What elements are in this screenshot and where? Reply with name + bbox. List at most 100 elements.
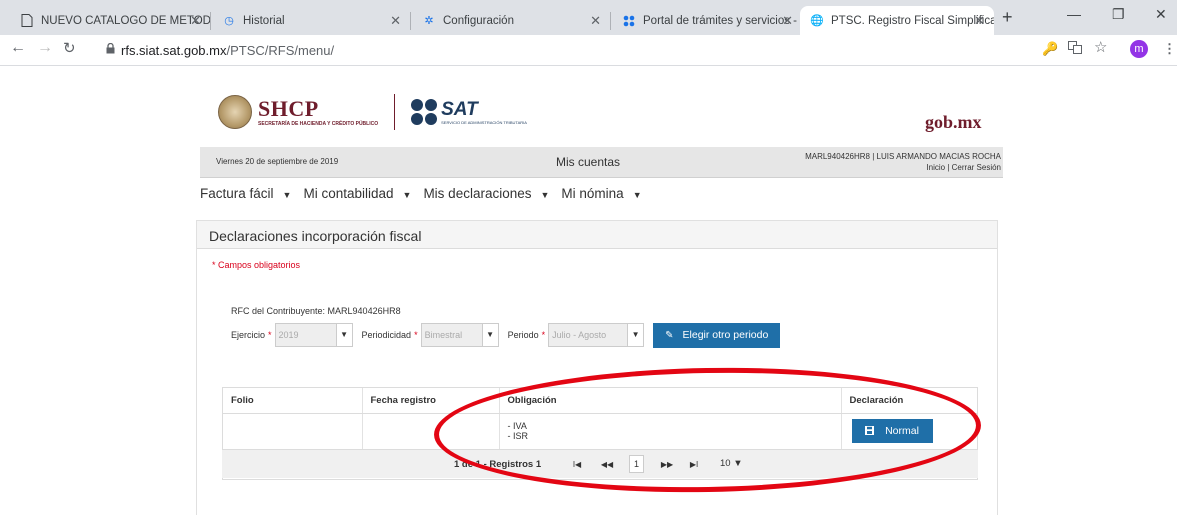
- restore-icon[interactable]: ❐: [1112, 6, 1125, 23]
- elegir-otro-periodo-button[interactable]: ✎ Elegir otro periodo: [653, 322, 781, 348]
- table-header-row: Folio Fecha registro Obligación Declarac…: [223, 388, 977, 414]
- info-bar: Viernes 20 de septiembre de 2019 Mis cue…: [200, 147, 1003, 178]
- back-icon[interactable]: ←: [10, 39, 26, 57]
- button-label: Normal: [885, 425, 919, 438]
- forward-icon[interactable]: →: [37, 39, 53, 57]
- caret-down-icon: ▼: [335, 324, 352, 346]
- required-star: *: [541, 330, 546, 340]
- close-icon[interactable]: ✕: [390, 13, 401, 29]
- browser-tab-catalogo[interactable]: NUEVO CATALOGO DE METOD ✕: [10, 6, 210, 35]
- required-star: *: [268, 330, 272, 340]
- window-close-icon[interactable]: ✕: [1155, 6, 1167, 23]
- caret-down-icon: ▼: [282, 190, 292, 200]
- gobmx-logo[interactable]: gob.mx: [925, 112, 982, 133]
- periodo-value: Julio - Agosto: [552, 330, 607, 340]
- obligacion-isr: - ISR: [507, 431, 529, 442]
- menu-mi-nomina[interactable]: Mi nómina ▼: [561, 186, 641, 206]
- user-identity: MARL940426HR8 | LUIS ARMANDO MACIAS ROCH…: [805, 152, 1001, 161]
- periodicidad-value: Bimestral: [424, 330, 463, 340]
- shcp-title: SHCP: [258, 95, 319, 121]
- periodo-label: Periodo: [507, 330, 539, 340]
- menu-label: Mi nómina: [561, 186, 624, 201]
- sat-mark-icon: [411, 99, 438, 125]
- shcp-logo: SHCP SECRETARÍA DE HACIENDA Y CRÉDITO PÚ…: [258, 95, 379, 127]
- caret-down-icon: ▼: [481, 324, 498, 346]
- normal-declaration-button[interactable]: Normal: [851, 419, 933, 444]
- page-size-select[interactable]: 10 ▼: [720, 458, 743, 469]
- avatar[interactable]: m: [1130, 40, 1148, 58]
- key-icon[interactable]: 🔑: [1042, 41, 1058, 57]
- menu-mis-declaraciones[interactable]: Mis declaraciones ▼: [423, 186, 549, 206]
- browser-tab-ptsc[interactable]: 🌐 PTSC. Registro Fiscal Simplifica ✕: [800, 6, 994, 35]
- cell-declaracion: Normal: [841, 413, 977, 449]
- gear-icon: ✲: [424, 15, 434, 27]
- pager-info: 1 de 1 - Registros 1: [454, 459, 542, 470]
- tab-title: Portal de trámites y servicios -: [643, 14, 798, 27]
- menu-kebab-icon[interactable]: ⋮: [1163, 41, 1176, 57]
- seal-logo: [218, 95, 252, 129]
- minimize-icon[interactable]: —: [1067, 6, 1081, 22]
- required-note: * Campos obligatorios: [212, 260, 301, 270]
- tab-title: Configuración: [443, 14, 514, 27]
- cell-folio: [223, 413, 363, 449]
- tab-divider: [210, 12, 211, 30]
- button-label: Elegir otro periodo: [682, 329, 769, 341]
- obligacion-iva: - IVA: [507, 421, 527, 432]
- periodicidad-select[interactable]: Bimestral ▼: [420, 323, 499, 347]
- current-page[interactable]: 1: [629, 455, 644, 473]
- table-row: - IVA - ISR Normal: [223, 413, 977, 449]
- first-page-icon[interactable]: I◀: [566, 456, 588, 473]
- pencil-icon: ✎: [665, 329, 674, 341]
- grid-icon: [622, 14, 636, 28]
- menu-label: Factura fácil: [200, 186, 274, 201]
- menu-mi-contabilidad[interactable]: Mi contabilidad ▼: [303, 186, 411, 206]
- tab-divider: [410, 12, 411, 30]
- save-icon: [865, 425, 875, 437]
- browser-tab-configuracion[interactable]: ✲ Configuración ✕: [412, 6, 610, 35]
- caret-down-icon: ▼: [632, 190, 642, 200]
- browser-tab-portal[interactable]: Portal de trámites y servicios - ✕: [612, 6, 802, 35]
- translate-icon[interactable]: [1068, 41, 1082, 57]
- ejercicio-select[interactable]: 2019 ▼: [274, 323, 353, 347]
- column-header-declaracion: Declaración: [841, 388, 977, 414]
- reload-icon[interactable]: ↻: [63, 39, 76, 57]
- address-bar[interactable]: rfs.siat.sat.gob.mx /PTSC/RFS/menu/: [106, 39, 1106, 61]
- cell-fecha: [362, 413, 500, 449]
- main-menu: Factura fácil ▼ Mi contabilidad ▼ Mis decl…: [200, 186, 654, 206]
- prev-page-icon[interactable]: ◀◀: [596, 456, 618, 473]
- menu-factura-facil[interactable]: Factura fácil ▼: [200, 186, 291, 206]
- sat-title: SAT: [441, 98, 478, 120]
- next-page-icon[interactable]: ▶▶: [656, 456, 678, 473]
- shcp-subtitle: SECRETARÍA DE HACIENDA Y CRÉDITO PÚBLICO: [258, 120, 379, 127]
- periodo-select[interactable]: Julio - Agosto ▼: [548, 323, 645, 347]
- column-header-obligacion: Obligación: [499, 388, 842, 414]
- column-header-fecha: Fecha registro: [362, 388, 500, 414]
- logo-header: SHCP SECRETARÍA DE HACIENDA Y CRÉDITO PÚ…: [218, 92, 527, 132]
- close-icon[interactable]: ✕: [782, 13, 793, 29]
- url-path: /PTSC/RFS/menu/: [226, 42, 335, 58]
- browser-toolbar: ← → ↻ rfs.siat.sat.gob.mx /PTSC/RFS/menu…: [0, 35, 1177, 66]
- last-page-icon[interactable]: ▶I: [683, 456, 705, 473]
- tab-title: Historial: [243, 14, 285, 27]
- close-icon[interactable]: ✕: [190, 13, 201, 29]
- close-icon[interactable]: ✕: [590, 13, 601, 29]
- rfc-line: RFC del Contribuyente: MARL940426HR8: [231, 306, 401, 316]
- period-filters: Ejercicio * 2019 ▼ Periodicidad * Bimest…: [231, 322, 781, 348]
- document-icon: [20, 14, 34, 28]
- cell-obligacion: - IVA - ISR: [499, 413, 842, 449]
- tab-title: PTSC. Registro Fiscal Simplifica: [831, 14, 994, 27]
- ejercicio-label: Ejercicio: [231, 330, 266, 340]
- browser-tab-historial[interactable]: ◷ Historial ✕: [212, 6, 410, 35]
- close-icon[interactable]: ✕: [974, 13, 985, 29]
- browser-tab-strip: NUEVO CATALOGO DE METOD ✕ ◷ Historial ✕ …: [0, 0, 1177, 35]
- periodicidad-label: Periodicidad: [361, 330, 412, 340]
- caret-down-icon: ▼: [627, 324, 644, 346]
- lock-icon: [106, 42, 115, 57]
- new-tab-icon[interactable]: +: [1002, 7, 1013, 28]
- url-host: rfs.siat.sat.gob.mx: [121, 42, 227, 58]
- star-icon[interactable]: ☆: [1094, 38, 1107, 56]
- globe-icon: 🌐: [810, 15, 824, 27]
- logo-divider: [394, 94, 396, 130]
- session-links[interactable]: Inicio | Cerrar Sesión: [926, 163, 1001, 172]
- caret-down-icon: ▼: [540, 190, 550, 200]
